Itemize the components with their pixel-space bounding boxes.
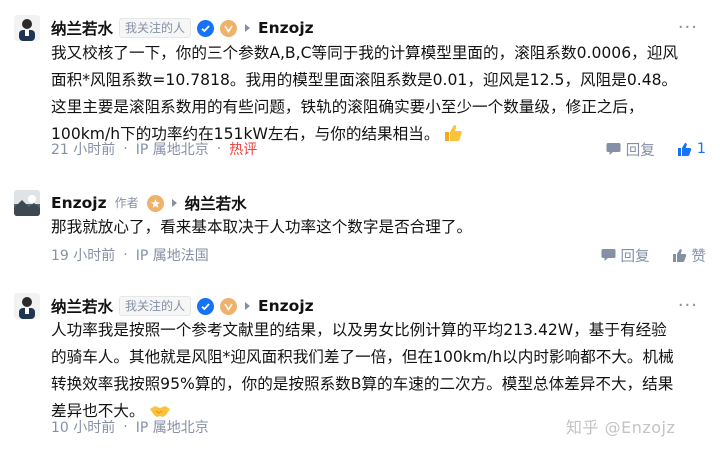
reply-arrow-icon [171, 199, 177, 207]
creator-level-icon [146, 194, 164, 212]
reply-label: 回复 [625, 142, 655, 159]
comment-header: 纳兰若水 我关注的人 Enzojz [51, 15, 314, 41]
meta-separator: · [123, 141, 128, 157]
like-button[interactable]: 赞 [672, 245, 707, 266]
author-name[interactable]: Enzojz [51, 194, 107, 212]
reply-bubble-icon [606, 143, 621, 155]
reply-arrow-icon [245, 24, 251, 32]
comment-line: 这里主要是滚阻系数用的有些问题，铁轨的滚阻确实要小至少一个数量级，修正之后， [51, 98, 644, 116]
comment-actions: 回复 1 [606, 138, 706, 160]
thumbs-up-emoji [443, 124, 463, 142]
comment-meta: 21 小时前 · IP 属地北京 · 热评 [51, 138, 257, 160]
comment-header: 纳兰若水 我关注的人 Enzojz [51, 293, 314, 319]
avatar[interactable] [14, 15, 40, 41]
comment-line: 的骑车人。其他就是风阻*迎风面积我们差了一倍，但在100km/h以内时影响都不大… [51, 348, 674, 366]
reply-bubble-icon [601, 249, 615, 261]
comment-meta: 10 小时前 · IP 属地北京 [51, 416, 209, 438]
creator-level-icon [220, 297, 238, 315]
comment-content: 那我就放心了，看来基本取决于人功率这个数字是否合理了。 [51, 214, 711, 241]
like-button[interactable]: 1 [677, 141, 706, 157]
like-count: 1 [696, 141, 706, 157]
comment-meta: 19 小时前 · IP 属地法国 [51, 244, 209, 266]
comment-time: 10 小时前 [51, 420, 116, 436]
reply-arrow-icon [245, 302, 251, 310]
comment-time: 21 小时前 [51, 142, 116, 158]
more-options-icon[interactable]: ··· [678, 15, 698, 41]
meta-separator: · [216, 141, 222, 157]
comment-content: 我又校核了一下，你的三个参数A,B,C等同于我的计算模型里面的，滚阻系数0.00… [51, 40, 711, 148]
ip-location: IP 属地法国 [135, 248, 209, 264]
author-name[interactable]: 纳兰若水 [51, 17, 113, 39]
like-label: 赞 [691, 248, 707, 265]
ip-location: IP 属地北京 [135, 142, 209, 158]
hot-comment-badge: 热评 [229, 142, 258, 158]
comment-header: Enzojz 作者 纳兰若水 [51, 190, 247, 216]
watermark: 知乎 @Enzojz [566, 418, 676, 437]
reply-to-name[interactable]: Enzojz [258, 297, 314, 315]
comment-actions: 回复 赞 [601, 244, 707, 266]
meta-separator: · [123, 419, 128, 435]
relation-tag: 我关注的人 [119, 296, 192, 316]
reply-to-name[interactable]: 纳兰若水 [185, 192, 247, 214]
reply-to-name[interactable]: Enzojz [258, 19, 314, 37]
relation-tag: 作者 [114, 196, 139, 210]
more-options-icon[interactable]: ··· [678, 293, 698, 319]
verified-icon [197, 19, 215, 37]
comment-time: 19 小时前 [51, 248, 116, 264]
thumbs-up-icon [672, 248, 686, 262]
meta-separator: · [123, 247, 128, 263]
avatar[interactable] [14, 293, 40, 319]
comment-content: 人功率我是按照一个参考文献里的结果，以及男女比例计算的平均213.42W，基于有… [51, 317, 711, 425]
relation-tag: 我关注的人 [119, 18, 192, 38]
comment-line: 我又校核了一下，你的三个参数A,B,C等同于我的计算模型里面的，滚阻系数0.00… [51, 44, 678, 62]
comment-line: 那我就放心了，看来基本取决于人功率这个数字是否合理了。 [51, 218, 473, 236]
comment-line: 转换效率我按照95%算的，你的是按照系数B算的车速的二次方。模型总体差异不大，结… [51, 375, 674, 393]
reply-button[interactable]: 回复 [606, 139, 655, 160]
reply-button[interactable]: 回复 [601, 245, 650, 266]
reply-label: 回复 [620, 248, 650, 265]
ip-location: IP 属地北京 [135, 420, 209, 436]
author-name[interactable]: 纳兰若水 [51, 295, 113, 317]
thumbs-up-icon [677, 142, 691, 156]
comment-line: 面积*风阻系数=10.7818。我用的模型里面滚阻系数是0.01，迎风是12.5… [51, 71, 678, 89]
creator-level-icon [220, 19, 238, 37]
verified-icon [197, 297, 215, 315]
avatar[interactable] [14, 190, 40, 216]
comment-line: 人功率我是按照一个参考文献里的结果，以及男女比例计算的平均213.42W，基于有… [51, 321, 667, 339]
